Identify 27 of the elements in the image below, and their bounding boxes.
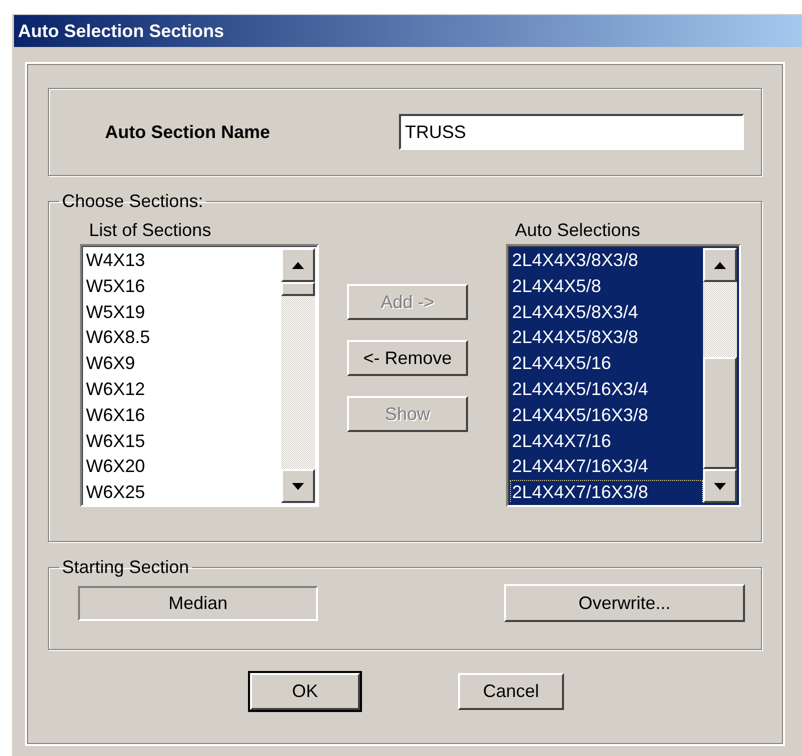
scroll-up-icon [292, 262, 304, 268]
starting-section-field: Median [78, 586, 318, 620]
scroll-up-button[interactable] [703, 248, 737, 282]
scroll-thumb[interactable] [281, 282, 315, 296]
list-box[interactable]: W4X13 W5X16 W5X19 W6X8.5 W6X9 W6X12 W6X16 W6X15 W6X20 W6X25 [80, 244, 319, 507]
field-label: Auto Section Name [105, 122, 272, 142]
scroll-down-button[interactable] [281, 469, 315, 503]
scroll-up-icon [714, 262, 726, 268]
list-box[interactable]: 2L4X4X3/8X3/8 2L4X4X5/8 2L4X4X5/8X3/4 2L4X4X5/8X3/8 2L4X4X5/16 2L4X4X5/16X3/4 2L4X4X5/16X3/8 2L4X4X7/16 2L4X4X7/16X3/4 2L4X4X7/16X3/8 [506, 244, 741, 507]
name-input-field[interactable]: TRUSS [399, 114, 744, 150]
scroll-down-icon [292, 482, 304, 490]
group-title: Choose Sections: [61, 192, 204, 210]
group-title: Starting Section [61, 558, 190, 576]
dialog-button[interactable]: Cancel [458, 673, 564, 710]
dialog-button[interactable]: OK [250, 673, 360, 710]
list-label: List of Sections [89, 220, 212, 242]
scroll-thumb[interactable] [703, 357, 737, 469]
window-title: Auto Selection Sections [14, 15, 802, 47]
list-item[interactable]: 2L4X4X7/16X3/8 [510, 480, 703, 503]
scroll-down-icon [714, 482, 726, 490]
scrollbar[interactable] [281, 248, 315, 503]
list-label: Auto Selections [515, 220, 642, 242]
overwrite-button[interactable]: Overwrite... [504, 584, 745, 622]
scroll-up-button[interactable] [281, 248, 315, 282]
action-button[interactable]: <- Remove [347, 340, 468, 376]
scrollbar[interactable] [703, 248, 737, 503]
scroll-down-button[interactable] [703, 469, 737, 503]
